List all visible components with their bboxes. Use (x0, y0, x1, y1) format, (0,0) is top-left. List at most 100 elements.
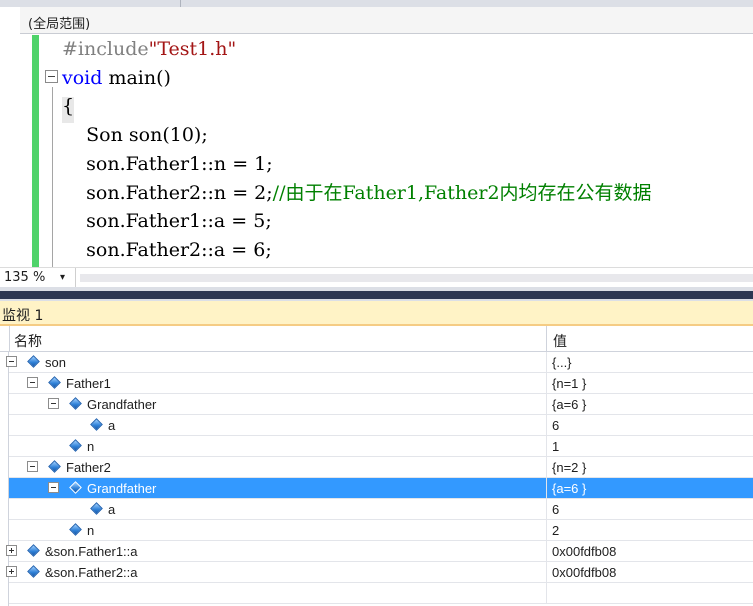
keyword-token: void (62, 66, 103, 89)
watch-row[interactable]: Father1 {n=1 } (9, 373, 753, 394)
preprocessor-token: #include (62, 38, 149, 60)
collapse-icon[interactable] (48, 482, 59, 493)
watch-row[interactable]: &son.Father1::a 0x00fdfb08 (6, 541, 753, 562)
value-cell[interactable]: 2 (546, 520, 753, 541)
watch-row[interactable]: a6 (9, 415, 753, 436)
variable-name: a (108, 418, 116, 433)
editor-status-bar: 135 % ▾ (0, 267, 753, 287)
variable-value: {n=1 } (552, 376, 587, 391)
watch-row[interactable]: Grandfather {a=6 } (9, 394, 753, 415)
collapse-icon[interactable] (27, 461, 38, 472)
watch-row[interactable]: n1 (9, 436, 753, 457)
code-line[interactable]: son.Father2::a = 6; (62, 236, 272, 264)
variable-name: Father2 (66, 460, 111, 475)
name-cell: &son.Father1::a (6, 541, 546, 562)
variable-value: {a=6 } (552, 397, 587, 412)
zoom-level: 135 % (4, 270, 46, 285)
code-line[interactable]: #include"Test1.h" (62, 35, 236, 63)
code-editor[interactable]: #include"Test1.h" void main(){ Son son(10… (0, 35, 753, 267)
name-cell: n (9, 436, 546, 457)
code-line[interactable]: Son son(10); (62, 121, 208, 149)
variable-name: son (45, 355, 66, 370)
code-token: son.Father1::n = 1; (62, 152, 273, 175)
column-header-name-label: 名称 (14, 334, 42, 350)
column-header-value[interactable]: 值 (546, 326, 753, 351)
collapse-main-icon[interactable] (45, 70, 58, 83)
scope-dropdown[interactable]: (全局范围) (20, 7, 753, 34)
name-cell: Father1 (9, 373, 546, 394)
variable-name: &son.Father1::a (45, 544, 138, 559)
variable-value: {n=2 } (552, 460, 587, 475)
value-cell[interactable]: {n=1 } (546, 373, 753, 394)
watch-row[interactable]: Grandfather {a=6 } (9, 478, 753, 499)
value-cell (546, 583, 753, 604)
change-tracking-margin (32, 35, 39, 267)
scope-dropdown-label: (全局范围) (28, 17, 91, 32)
watch-row[interactable]: Father2 {n=2 } (9, 457, 753, 478)
value-cell[interactable]: {a=6 } (546, 394, 753, 415)
field-icon (27, 544, 40, 557)
variable-value: 0x00fdfb08 (552, 565, 617, 580)
value-cell[interactable]: {...} (546, 352, 753, 373)
variable-name: &son.Father2::a (45, 565, 138, 580)
expand-icon[interactable] (6, 566, 17, 577)
field-icon (90, 418, 103, 431)
zoom-dropdown[interactable]: 135 % ▾ (0, 268, 76, 287)
code-token: main() (102, 66, 171, 89)
collapse-icon[interactable] (48, 398, 59, 409)
code-line[interactable]: { (62, 92, 74, 120)
value-cell[interactable]: 1 (546, 436, 753, 457)
name-cell: Grandfather (9, 478, 546, 499)
code-line[interactable]: void main() (62, 64, 171, 92)
code-token: son.Father2::n = 2; (62, 181, 273, 204)
variable-value: {a=6 } (552, 481, 587, 496)
panel-splitter[interactable] (0, 287, 753, 301)
variable-name: Father1 (66, 376, 111, 391)
string-token: "Test1.h" (148, 38, 237, 60)
field-icon (27, 565, 40, 578)
variable-name: Grandfather (87, 397, 157, 412)
grid-header: 名称 值 (0, 326, 753, 352)
variable-value: 2 (552, 523, 560, 538)
empty-watch-row[interactable] (9, 583, 753, 604)
value-cell[interactable]: 0x00fdfb08 (546, 541, 753, 562)
field-icon (90, 502, 103, 515)
scope-bar: (全局范围) (0, 0, 753, 35)
collapse-icon[interactable] (6, 356, 17, 367)
code-line[interactable]: son.Father1::n = 1; (62, 150, 273, 178)
collapse-icon[interactable] (27, 377, 38, 388)
name-cell: n (9, 520, 546, 541)
value-cell[interactable]: 6 (546, 499, 753, 520)
top-divider (0, 0, 753, 7)
horizontal-scrollbar[interactable] (80, 274, 753, 282)
code-line[interactable]: son.Father2::n = 2;//由于在Father1,Father2内… (62, 179, 652, 207)
variable-name: Grandfather (87, 481, 157, 496)
comment-token: //由于在Father1,Father2内均存在公有数据 (272, 181, 652, 204)
value-cell[interactable]: {a=6 } (546, 478, 753, 499)
column-header-name[interactable]: 名称 (9, 326, 546, 351)
variable-name: n (87, 523, 95, 538)
watch-row[interactable]: n2 (9, 520, 753, 541)
watch-row[interactable]: &son.Father2::a 0x00fdfb08 (6, 562, 753, 583)
expand-icon[interactable] (6, 545, 17, 556)
watch-row[interactable]: a6 (9, 499, 753, 520)
code-token: son.Father2::a = 6; (62, 238, 272, 261)
field-icon (69, 439, 82, 452)
column-header-value-label: 值 (553, 334, 567, 350)
chevron-down-icon: ▾ (60, 272, 66, 283)
value-cell[interactable]: 0x00fdfb08 (546, 562, 753, 583)
value-cell[interactable]: {n=2 } (546, 457, 753, 478)
watch-grid: 名称 值 son {...} Father1 {n=1 } Grandfather {a=… (0, 326, 753, 606)
value-cell[interactable]: 6 (546, 415, 753, 436)
variable-name: n (87, 439, 95, 454)
name-cell: a (9, 499, 546, 520)
code-token: { (62, 95, 75, 118)
field-icon (69, 523, 82, 536)
watch-tab[interactable]: 监视 1 (0, 301, 753, 326)
code-line[interactable]: son.Father1::a = 5; (62, 207, 272, 235)
watch-row[interactable]: son {...} (6, 352, 753, 373)
code-token: son.Father1::a = 5; (62, 210, 272, 233)
variable-value: 6 (552, 418, 560, 433)
variable-value: 1 (552, 439, 560, 454)
name-cell: a (9, 415, 546, 436)
